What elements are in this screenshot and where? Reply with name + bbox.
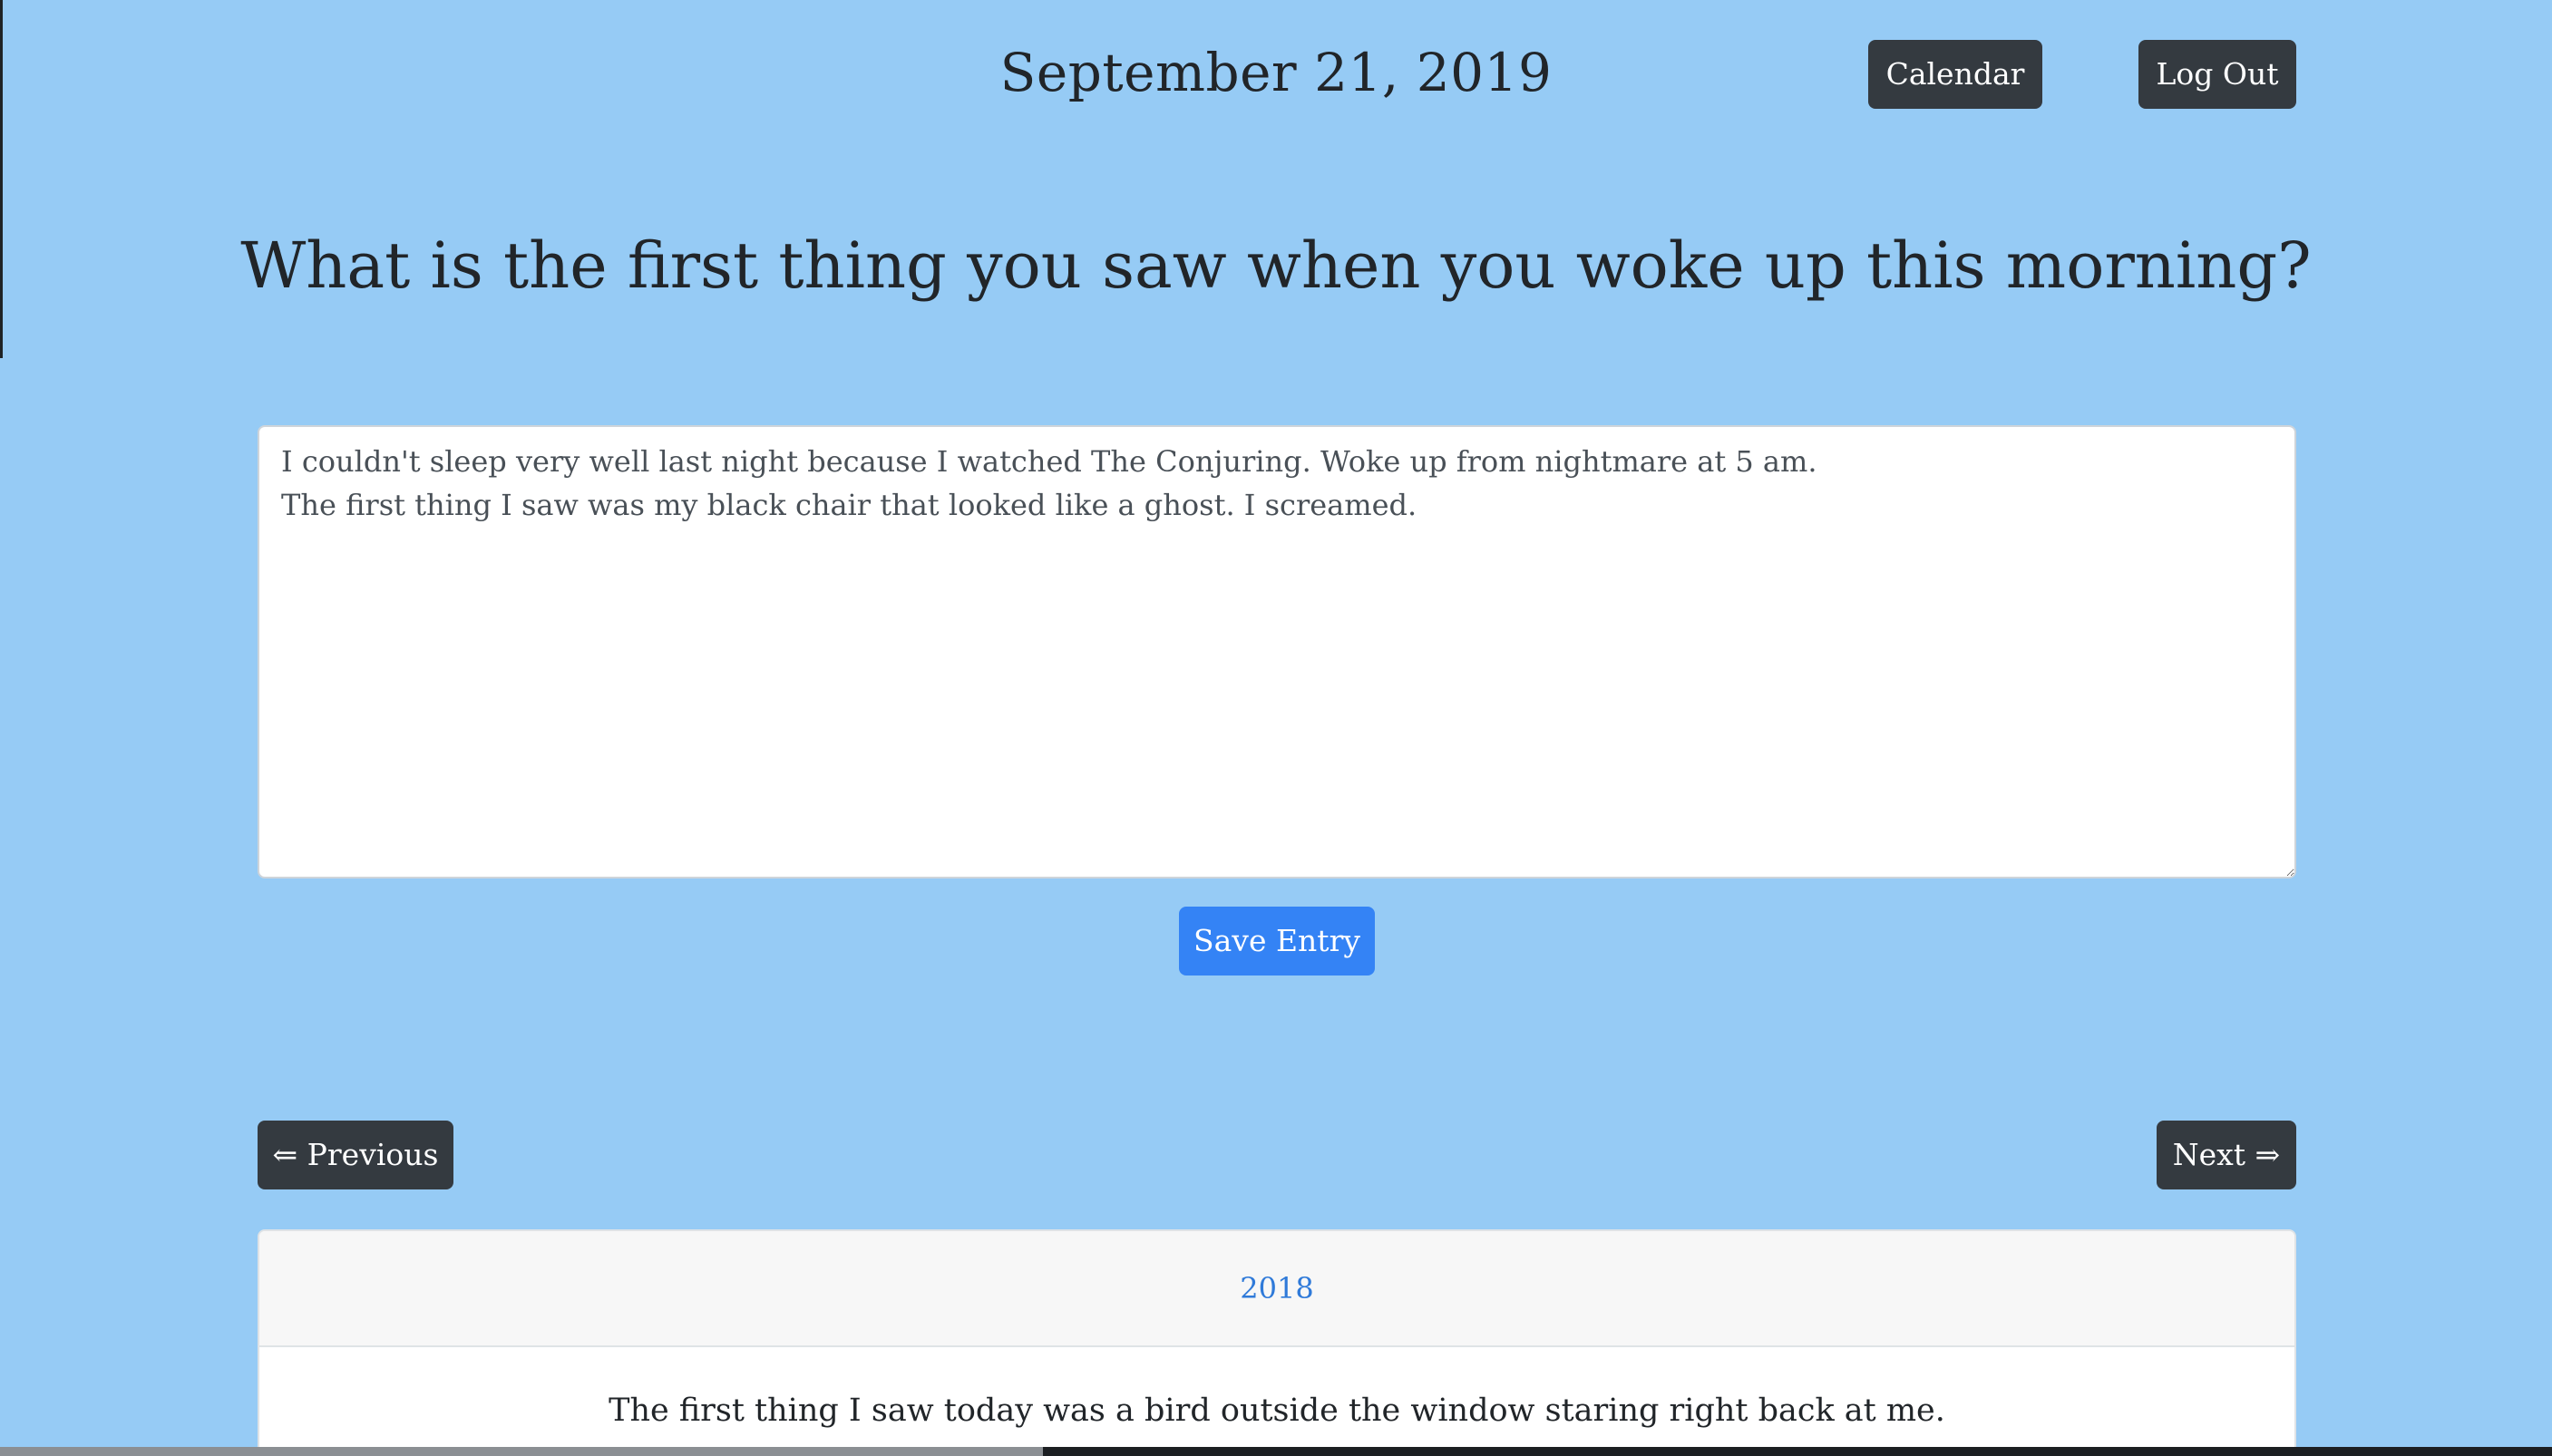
next-button[interactable]: Next ⇒ bbox=[2157, 1121, 2296, 1189]
past-entry-card: 2018 The first thing I saw today was a b… bbox=[258, 1229, 2296, 1456]
logout-button[interactable]: Log Out bbox=[2138, 40, 2296, 109]
prompt-question: What is the first thing you saw when you… bbox=[240, 228, 2312, 303]
journal-page: September 21, 2019 Calendar Log Out What… bbox=[0, 0, 2552, 1456]
journal-entry-textarea[interactable]: I couldn't sleep very well last night be… bbox=[258, 425, 2296, 878]
past-entry-text: The first thing I saw today was a bird o… bbox=[609, 1393, 1945, 1429]
past-entry-header: 2018 bbox=[259, 1231, 2294, 1347]
past-entry-year-link[interactable]: 2018 bbox=[1240, 1271, 1313, 1306]
previous-button[interactable]: ⇐ Previous bbox=[258, 1121, 453, 1189]
taskbar-right bbox=[1043, 1447, 2552, 1456]
taskbar-left bbox=[0, 1447, 1043, 1456]
save-entry-button[interactable]: Save Entry bbox=[1179, 907, 1375, 976]
calendar-button[interactable]: Calendar bbox=[1868, 40, 2042, 109]
